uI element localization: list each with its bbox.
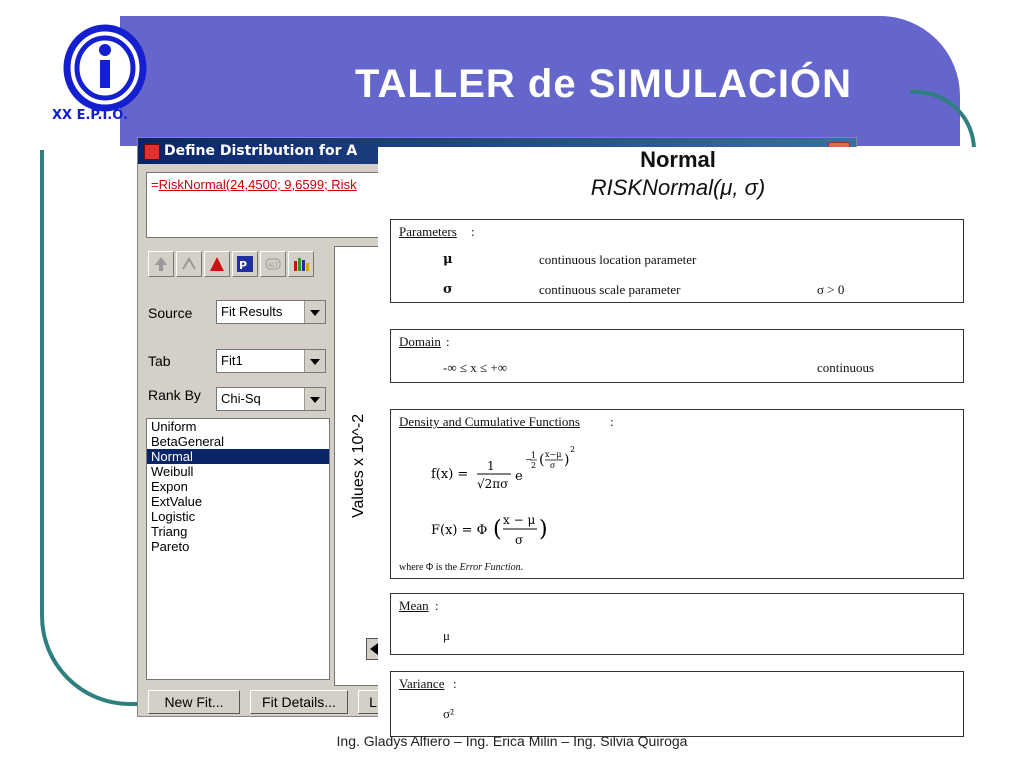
svg-text:(: (: [493, 517, 502, 542]
tab-select[interactable]: Fit1: [216, 349, 326, 373]
mu-symbol: μ: [443, 252, 453, 267]
app-icon: [144, 144, 160, 160]
mu-description: continuous location parameter: [539, 252, 697, 267]
mean-value: μ: [443, 628, 450, 643]
pointer-icon[interactable]: [176, 251, 202, 277]
formula-prefix: =: [151, 177, 159, 192]
density-box: Density and Cumulative Functions: f(x) =…: [390, 409, 964, 579]
alt-icon[interactable]: ALT: [260, 251, 286, 277]
chevron-down-icon[interactable]: [304, 301, 325, 323]
help-panel: Normal RISKNormal(μ, σ) Parameters: μ co…: [378, 147, 978, 747]
variance-value: σ²: [443, 706, 454, 721]
svg-text:e: e: [515, 469, 523, 484]
svg-text:1: 1: [531, 451, 536, 460]
domain-kind: continuous: [817, 360, 875, 375]
cumulative-formula: F(x) = Φ ( x − μ σ ): [431, 513, 548, 547]
svg-text:F(x) = Φ: F(x) = Φ: [431, 523, 487, 538]
new-fit-button[interactable]: New Fit...: [148, 690, 240, 714]
svg-text:1: 1: [487, 459, 495, 473]
help-title: Normal: [640, 147, 716, 172]
list-item[interactable]: Weibull: [147, 464, 329, 479]
help-subtitle: RISKNormal(μ, σ): [590, 175, 766, 200]
chevron-down-icon[interactable]: [304, 350, 325, 372]
svg-text:x−μ: x−μ: [545, 450, 561, 459]
colon: :: [435, 598, 439, 613]
formula-link[interactable]: RiskNormal(24,4500; 9,6599; Risk: [159, 177, 357, 192]
svg-text:σ: σ: [550, 461, 556, 470]
svg-text:): ): [564, 452, 569, 468]
colon: :: [610, 414, 614, 429]
list-item-selected[interactable]: Normal: [147, 449, 329, 464]
colon: :: [446, 334, 450, 349]
note-suffix: .: [520, 562, 524, 573]
list-item[interactable]: Triang: [147, 524, 329, 539]
rank-by-value: Chi-Sq: [221, 391, 261, 406]
source-value: Fit Results: [221, 304, 283, 319]
triangle-icon[interactable]: [204, 251, 230, 277]
list-item[interactable]: Logistic: [147, 509, 329, 524]
sigma-symbol: σ: [443, 282, 453, 297]
list-item[interactable]: BetaGeneral: [147, 434, 329, 449]
svg-text:ALT: ALT: [268, 262, 279, 269]
fit-details-button[interactable]: Fit Details...: [250, 690, 348, 714]
list-item[interactable]: Pareto: [147, 539, 329, 554]
svg-text:√2πσ: √2πσ: [477, 477, 508, 491]
p0-icon[interactable]: P: [232, 251, 258, 277]
variance-box: Variance: σ²: [390, 671, 964, 737]
mean-box: Mean: μ: [390, 593, 964, 655]
list-item[interactable]: ExtValue: [147, 494, 329, 509]
arrow-up-icon[interactable]: [148, 251, 174, 277]
density-heading: Density and Cumulative Functions: [399, 414, 580, 429]
formula-text: =RiskNormal(24,4500; 9,6599; Risk: [151, 177, 357, 192]
rank-by-select[interactable]: Chi-Sq: [216, 387, 326, 411]
colon: :: [453, 676, 457, 691]
tab-label: Tab: [148, 353, 171, 369]
slide-title: TALLER de SIMULACIÓN: [355, 62, 853, 106]
svg-text:): ): [539, 517, 548, 542]
tab-value: Fit1: [221, 353, 243, 368]
sigma-description: continuous scale parameter: [539, 282, 681, 297]
svg-text:f(x) =: f(x) =: [431, 467, 468, 482]
footer-authors: Ing. Gladys Alfiero – Ing. Erica Milin –…: [336, 733, 688, 749]
distribution-list[interactable]: Uniform BetaGeneral Normal Weibull Expon…: [146, 418, 330, 680]
source-select[interactable]: Fit Results: [216, 300, 326, 324]
dialog-title: Define Distribution for A: [164, 143, 358, 159]
logo-text: XX E.P.I.O.: [52, 108, 128, 123]
svg-text:(: (: [539, 452, 544, 468]
svg-text:x − μ: x − μ: [503, 513, 535, 527]
svg-text:2: 2: [531, 461, 536, 470]
colon: :: [471, 224, 475, 239]
error-function-note: where Φ is the Error Function.: [399, 562, 523, 573]
variance-heading: Variance: [399, 676, 445, 691]
list-item[interactable]: Expon: [147, 479, 329, 494]
svg-text:σ: σ: [515, 533, 523, 547]
y-axis-label: Values x 10^-2: [350, 413, 367, 518]
svg-text:2: 2: [570, 445, 575, 454]
domain-range: -∞ ≤ x ≤ +∞: [443, 360, 507, 375]
mean-heading: Mean: [399, 598, 429, 613]
rank-by-label: Rank By: [148, 387, 201, 403]
parameters-heading: Parameters: [399, 224, 457, 239]
svg-text:P: P: [239, 259, 247, 272]
density-formula: f(x) = 1 √2πσ e − 1 2 ( x−μ σ ) 2: [431, 445, 575, 491]
domain-heading: Domain: [399, 334, 441, 349]
source-label: Source: [148, 305, 193, 321]
domain-box: Domain: -∞ ≤ x ≤ +∞ continuous: [390, 329, 964, 383]
list-item[interactable]: Uniform: [147, 419, 329, 434]
bar-chart-icon[interactable]: [288, 251, 314, 277]
note-emphasis: Error Function: [459, 562, 521, 573]
parameters-box: Parameters: μ continuous location parame…: [390, 219, 964, 303]
chevron-down-icon[interactable]: [304, 388, 325, 410]
sigma-constraint: σ > 0: [817, 282, 845, 297]
note-prefix: where Φ is the: [399, 562, 460, 573]
